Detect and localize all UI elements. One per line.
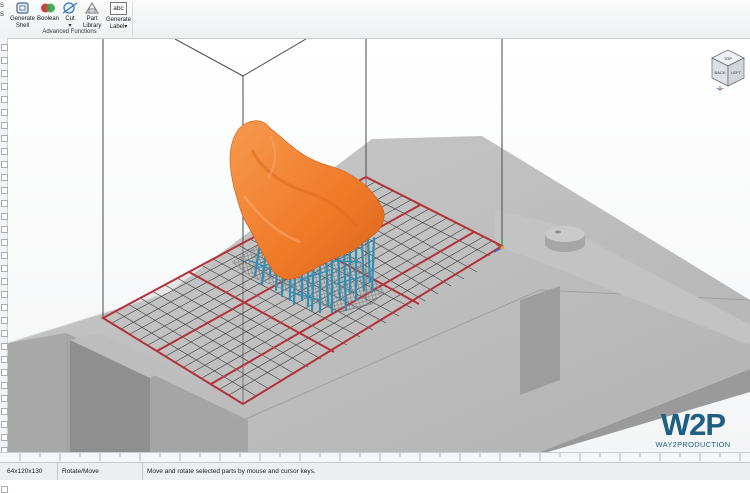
side-tool-icon[interactable] [1,317,8,324]
side-tool-icon[interactable] [1,135,8,142]
side-tool-icon[interactable] [1,96,8,103]
side-tool-icon[interactable] [1,382,8,389]
side-tool-icon[interactable] [1,330,8,337]
boolean-button[interactable]: Boolean [37,1,59,23]
side-tool-icon[interactable] [1,57,8,64]
side-tool-icon[interactable] [1,239,8,246]
side-tool-icon[interactable] [1,343,8,350]
generate-shell-button[interactable]: Generate Shell [10,1,35,29]
generate-label-icon: abc [110,2,128,15]
3d-viewport[interactable]: TOP BACK LEFT [8,39,750,452]
side-tool-icon[interactable] [1,395,8,402]
boolean-label: Boolean [37,16,60,22]
part-library-icon [84,1,100,15]
view-cube-top-face[interactable]: TOP [724,56,732,61]
side-tool-icon[interactable] [1,226,8,233]
side-tool-icon[interactable] [1,252,8,259]
side-tool-icon[interactable] [1,187,8,194]
status-dimensions: 64x120x130 [3,463,58,480]
left-side-toolbar [0,38,8,493]
advanced-functions-group-label: Advanced Functions [42,29,97,35]
status-bar: 64x120x130 Rotate/Move Move and rotate s… [0,462,750,480]
generate-shell-label: Generate Shell [10,16,36,29]
logo-tagline: WAY2PRODUCTION [655,440,730,449]
side-tool-icon[interactable] [1,70,8,77]
side-tool-icon[interactable] [1,83,8,90]
side-tool-icon[interactable] [1,408,8,415]
generate-label-icon-text: abc [113,5,124,12]
view-cube-back-face[interactable]: BACK [715,70,726,75]
ribbon-separator [132,2,133,36]
side-tool-icon[interactable] [1,213,8,220]
side-tool-icon[interactable] [1,200,8,207]
ribbon-toolbar: ss Generate Shell Boolean Cut ▾ Part Lib… [0,0,750,39]
generate-label-button[interactable]: abc Generate Label▾ [106,1,131,30]
cut-button[interactable]: Cut ▾ [62,1,78,29]
side-tool-icon[interactable] [1,109,8,116]
cut-label: Cut ▾ [65,16,75,29]
side-tool-icon[interactable] [1,161,8,168]
generate-shell-icon [15,1,31,15]
w2p-logo: W2P WAY2PRODUCTION [640,405,746,453]
side-tool-icon[interactable] [1,421,8,428]
side-tool-icon[interactable] [1,174,8,181]
side-tool-icon[interactable] [1,278,8,285]
side-tool-icon[interactable] [1,369,8,376]
side-tool-icon[interactable] [1,356,8,363]
side-tool-icon[interactable] [1,122,8,129]
side-tool-icon[interactable] [1,434,8,441]
status-hint: Move and rotate selected parts by mouse … [147,468,316,475]
boolean-icon [40,1,56,15]
side-tool-icon[interactable] [1,304,8,311]
side-tool-icon[interactable] [1,265,8,272]
part-library-button[interactable]: Part Library [83,1,101,29]
side-tool-icon[interactable] [1,486,8,493]
cut-icon [62,1,78,15]
status-mode: Rotate/Move [58,463,143,480]
side-tool-icon[interactable] [1,291,8,298]
side-tool-icon[interactable] [1,44,8,51]
logo-mark: W2P [661,407,726,442]
side-tool-icon[interactable] [1,148,8,155]
part-library-label: Part Library [83,16,102,29]
ribbon-collapsed-edge[interactable]: ss [0,0,7,38]
view-cube-left-face[interactable]: LEFT [731,70,741,75]
